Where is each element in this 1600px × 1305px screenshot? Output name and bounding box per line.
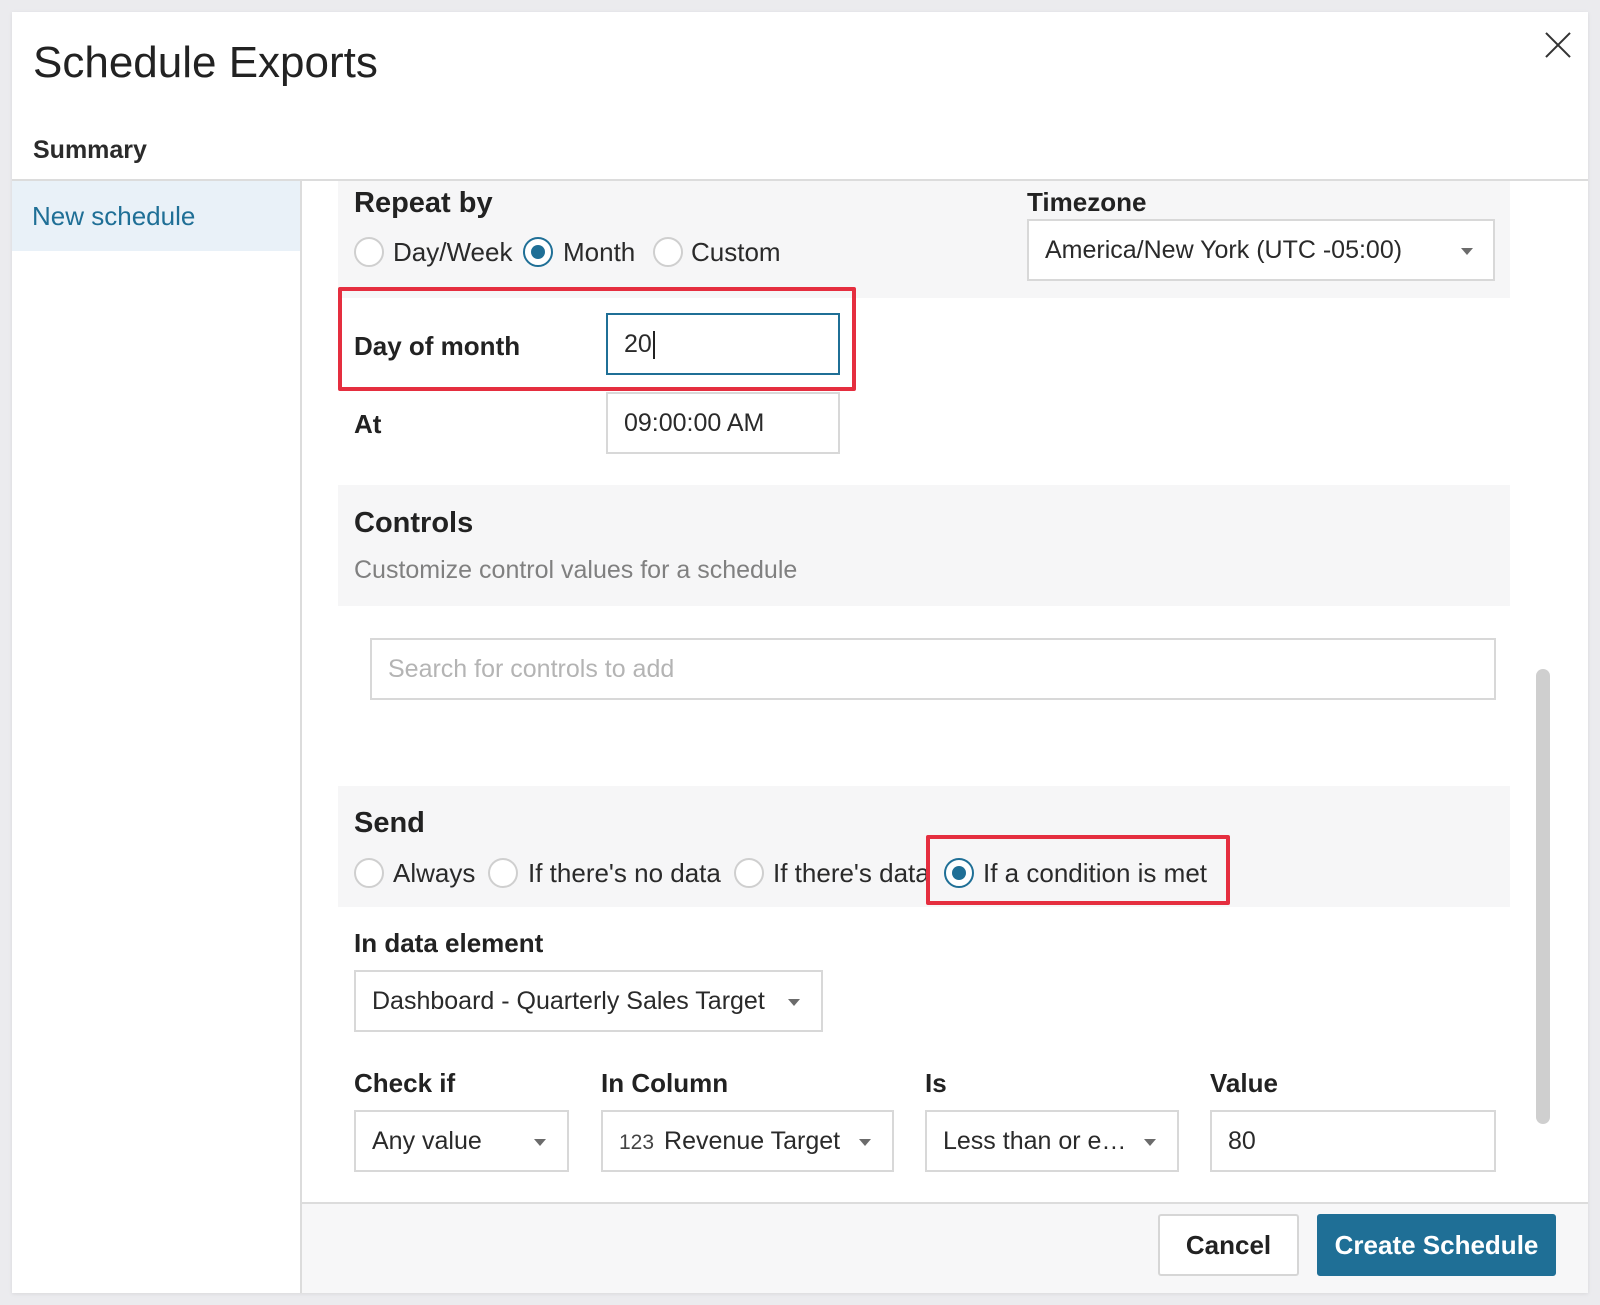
in-column-value: Revenue Target [664,1127,841,1155]
schedule-form: Repeat by Day/Week Month Custom Timezone… [302,181,1564,1215]
controls-search-placeholder: Search for controls to add [388,655,675,683]
dialog-footer: Cancel Create Schedule [302,1204,1588,1293]
radio-has-data[interactable] [734,858,764,888]
radio-custom[interactable] [653,237,683,267]
schedule-exports-dialog: Schedule Exports Summary New schedule Re… [12,12,1588,1293]
radio-no-data-label: If there's no data [528,858,721,888]
controls-panel [338,485,1510,606]
controls-subtitle: Customize control values for a schedule [354,556,798,584]
condition-met-highlight [926,835,1230,905]
create-schedule-button[interactable]: Create Schedule [1317,1214,1556,1276]
chevron-down-icon [1144,1139,1156,1146]
dialog-title: Schedule Exports [33,38,378,87]
chevron-down-icon [788,999,800,1006]
scrollbar-thumb[interactable] [1536,669,1550,1124]
at-label: At [354,409,382,439]
chevron-down-icon [534,1139,546,1146]
check-if-select[interactable]: Any value [354,1110,569,1172]
data-element-value: Dashboard - Quarterly Sales Target [372,987,765,1015]
cancel-button[interactable]: Cancel [1158,1214,1299,1276]
summary-tab[interactable]: Summary [33,136,147,165]
number-type-icon: 123 [619,1131,655,1154]
radio-no-data[interactable] [488,858,518,888]
controls-title: Controls [354,507,474,539]
check-if-value: Any value [372,1127,482,1155]
radio-day-week[interactable] [354,237,384,267]
condition-value-input[interactable]: 80 [1210,1110,1496,1172]
radio-month-label: Month [563,237,636,267]
radio-always-label: Always [393,858,476,888]
send-title: Send [354,807,425,839]
radio-custom-label: Custom [691,237,781,267]
radio-month[interactable] [523,237,553,267]
controls-search-input[interactable]: Search for controls to add [370,638,1496,700]
timezone-select[interactable]: America/New York (UTC -05:00) [1027,219,1495,281]
chevron-down-icon [859,1139,871,1146]
repeat-by-label: Repeat by [354,187,493,219]
radio-has-data-label: If there's data [773,858,930,888]
timezone-label: Timezone [1027,187,1147,217]
in-column-select[interactable]: 123 Revenue Target [601,1110,894,1172]
sidebar: New schedule [12,181,300,1293]
radio-day-week-label: Day/Week [393,237,513,267]
sidebar-item-new-schedule[interactable]: New schedule [12,181,300,251]
chevron-down-icon [1461,248,1473,255]
day-of-month-highlight [338,287,856,391]
condition-value: 80 [1228,1127,1256,1155]
radio-always[interactable] [354,858,384,888]
at-time-input[interactable]: 09:00:00 AM [606,392,840,454]
in-column-label: In Column [601,1068,729,1098]
timezone-value: America/New York (UTC -05:00) [1045,236,1403,264]
at-time-value: 09:00:00 AM [624,409,765,437]
data-element-label: In data element [354,928,544,958]
value-label: Value [1210,1068,1278,1098]
data-element-select[interactable]: Dashboard - Quarterly Sales Target [354,970,823,1032]
close-icon[interactable] [1538,26,1578,66]
is-label: Is [925,1068,947,1098]
is-operator-value: Less than or e… [943,1127,1127,1155]
is-operator-select[interactable]: Less than or e… [925,1110,1179,1172]
check-if-label: Check if [354,1068,456,1098]
